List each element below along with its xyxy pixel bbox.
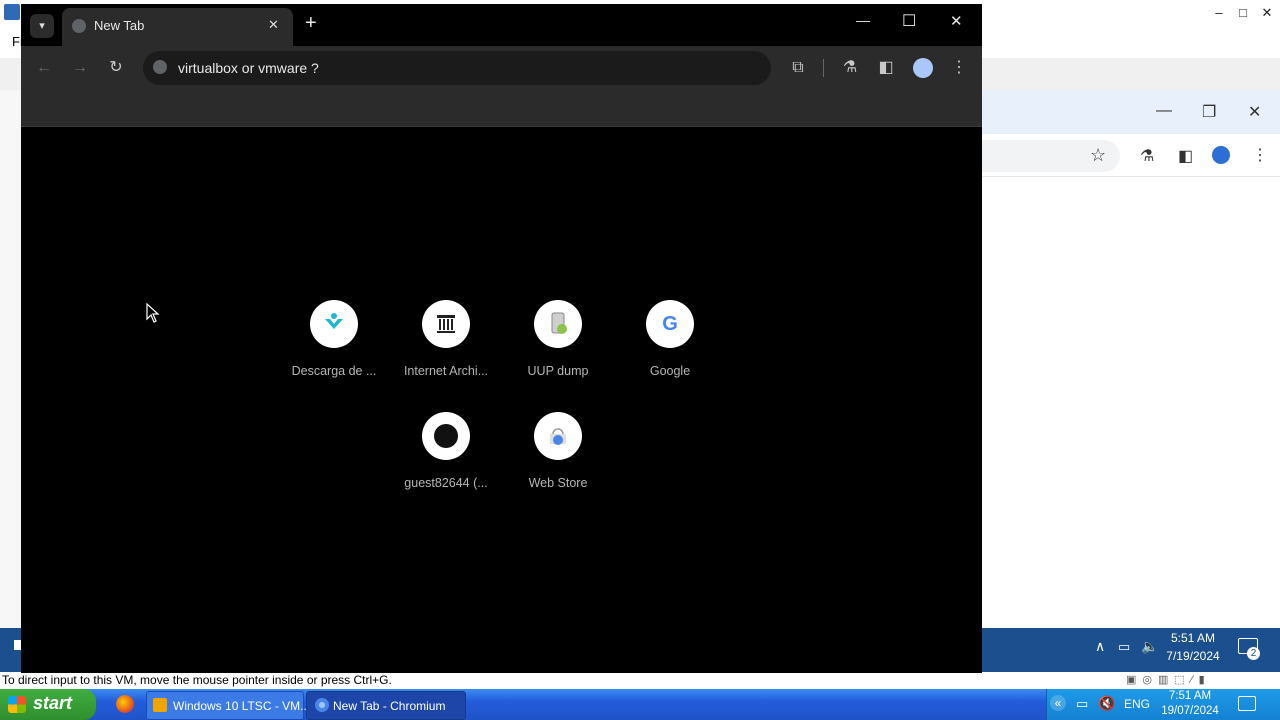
toolbar-divider (823, 59, 824, 77)
notification-count-badge: 2 (1247, 647, 1260, 660)
host-maximize-button[interactable]: □ (1232, 4, 1254, 22)
uup-dump-icon (534, 300, 582, 348)
shortcut-label: Descarga de ... (291, 364, 377, 378)
mouse-cursor-icon (146, 303, 160, 323)
action-center-icon[interactable] (1238, 696, 1256, 711)
omnibox[interactable]: virtualbox or vmware ? (143, 51, 771, 85)
guest-clock-date[interactable]: 7/19/2024 (1160, 649, 1226, 663)
host-clock-date[interactable]: 19/07/2024 (1154, 705, 1226, 717)
taskbar-item-virtualbox[interactable]: Windows 10 LTSC - VM... (146, 691, 310, 720)
window-close-button[interactable]: ✕ (950, 12, 963, 30)
web-store-icon (534, 412, 582, 460)
vm-status-text: To direct input to this VM, move the mou… (2, 673, 392, 687)
firefox-icon[interactable] (116, 695, 134, 713)
window-maximize-button[interactable]: ☐ (902, 11, 916, 31)
virtualbox-task-icon (153, 698, 167, 712)
internet-archive-icon (422, 300, 470, 348)
tray-mute-icon[interactable]: 🔇 (1098, 695, 1115, 712)
back-arrow-icon[interactable]: ← (32, 56, 56, 80)
task-label: Windows 10 LTSC - VM... (173, 699, 311, 713)
tab-close-button[interactable]: ✕ (268, 17, 279, 33)
bookmark-star-icon[interactable]: ☆ (1090, 145, 1106, 166)
side-panel-icon[interactable]: ◧ (1178, 146, 1193, 166)
tab-title: New Tab (94, 18, 145, 33)
virtualbox-logo-icon (4, 4, 20, 20)
labs-flask-icon[interactable]: ⚗ (838, 56, 862, 80)
bookmark-bar (21, 90, 982, 127)
vm-status-indicators: ▣◎▥⬚⁄▮ (1126, 674, 1211, 686)
background-restore-icon[interactable]: ❐ (1202, 102, 1216, 122)
github-icon (422, 412, 470, 460)
background-close-icon[interactable]: ✕ (1248, 102, 1261, 122)
new-tab-button[interactable]: + (305, 12, 317, 35)
background-minimize-icon[interactable]: — (1156, 102, 1172, 120)
tray-network-icon[interactable]: ▭ (1076, 696, 1088, 712)
host-close-button[interactable]: ✕ (1256, 4, 1278, 22)
reload-icon[interactable]: ↻ (104, 56, 128, 80)
tray-chevron-icon[interactable]: ∧ (1095, 638, 1105, 655)
forward-arrow-icon[interactable]: → (68, 56, 92, 80)
guest-clock-time[interactable]: 5:51 AM (1160, 631, 1226, 645)
tab-search-button[interactable]: ▾ (30, 14, 54, 38)
tab-favicon-icon (72, 19, 86, 33)
shortcut-tile[interactable]: UUP dump (503, 300, 613, 378)
shortcut-tile[interactable]: Web Store (503, 412, 613, 490)
tab-new-tab[interactable]: New Tab ✕ (62, 8, 293, 46)
omnibox-text[interactable]: virtualbox or vmware ? (178, 60, 319, 76)
task-label: New Tab - Chromium (333, 699, 446, 713)
shortcut-label: Internet Archi... (403, 364, 489, 378)
language-indicator[interactable]: ENG (1124, 697, 1150, 711)
chromium-task-icon (315, 698, 329, 712)
shortcut-tile[interactable]: G Google (615, 300, 725, 378)
side-panel-icon[interactable]: ◧ (874, 56, 898, 80)
host-clock-time[interactable]: 7:51 AM (1158, 690, 1222, 702)
profile-avatar-icon[interactable] (1212, 146, 1230, 164)
network-icon[interactable]: ▭ (1118, 639, 1130, 655)
shortcut-label: Google (649, 364, 691, 378)
extensions-puzzle-icon[interactable]: ⧉ (786, 56, 810, 80)
shortcut-label: Web Store (528, 476, 588, 490)
profile-avatar-icon[interactable] (913, 58, 933, 78)
volume-icon[interactable]: 🔈 (1141, 638, 1158, 655)
shortcut-tile[interactable]: Descarga de ... (279, 300, 389, 378)
chrome-menu-icon[interactable]: ⋮ (947, 56, 971, 80)
site-info-icon[interactable] (153, 60, 167, 74)
background-window-titlebar (982, 90, 1280, 134)
google-icon: G (646, 300, 694, 348)
start-button[interactable]: start (0, 689, 96, 720)
download-site-icon (310, 300, 358, 348)
shortcut-tile[interactable]: guest82644 (... (391, 412, 501, 490)
labs-flask-icon[interactable]: ⚗ (1140, 146, 1154, 166)
shortcut-label: guest82644 (... (404, 476, 488, 490)
vm-status-bar: To direct input to this VM, move the mou… (0, 672, 1280, 690)
menu-dots-icon[interactable]: ⋮ (1252, 145, 1268, 165)
shortcut-label: UUP dump (527, 364, 589, 378)
host-minimize-button[interactable]: – (1208, 4, 1230, 22)
windows-flag-icon (8, 696, 26, 713)
window-minimize-button[interactable]: — (856, 12, 870, 28)
shortcut-tile[interactable]: Internet Archi... (391, 300, 501, 378)
taskbar-item-chromium[interactable]: New Tab - Chromium (306, 691, 466, 720)
tray-expand-icon[interactable]: « (1050, 695, 1066, 711)
host-left-pane (0, 90, 22, 630)
start-label: start (33, 693, 73, 713)
background-window-body (982, 176, 1280, 629)
